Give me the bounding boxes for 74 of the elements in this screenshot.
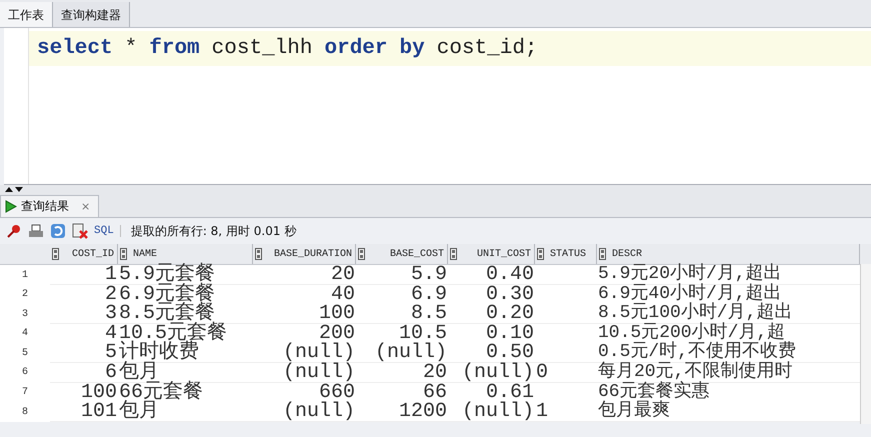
table-cell: (null) xyxy=(253,343,356,364)
column-header[interactable]: STATUS xyxy=(550,248,596,260)
column-header[interactable]: BASE_DURATION xyxy=(268,248,355,260)
close-icon[interactable]: × xyxy=(81,200,90,213)
table-cell: (null) xyxy=(356,343,448,364)
table-cell: (null) xyxy=(448,402,535,422)
table-cell: 200 xyxy=(253,324,356,344)
row-number: 4 xyxy=(0,324,50,344)
sql-editor[interactable]: select * from cost_lhh order by cost_id; xyxy=(4,28,871,185)
sort-icon[interactable] xyxy=(358,248,365,260)
table-cell: 5 xyxy=(50,343,118,364)
fetch-status: 提取的所有行: 8, 用时 0.01 秒 xyxy=(130,222,296,240)
pin-icon[interactable] xyxy=(6,223,22,239)
row-number: 1 xyxy=(0,265,50,285)
table-cell: 6 xyxy=(50,362,118,383)
row-number: 6 xyxy=(0,362,50,383)
table-cell: 100 xyxy=(50,382,118,403)
table-cell: 0.10 xyxy=(448,324,535,344)
sort-icon[interactable] xyxy=(537,248,544,260)
table-cell: 1 xyxy=(50,265,118,285)
table-cell: 40 xyxy=(253,284,356,305)
sort-icon[interactable] xyxy=(599,248,606,260)
scrollbar[interactable] xyxy=(860,264,871,424)
printer-icon[interactable] xyxy=(28,223,44,239)
play-icon xyxy=(5,200,17,213)
results-tab[interactable]: 查询结果 × xyxy=(0,195,100,217)
table-cell: 100 xyxy=(253,304,356,324)
worksheet-tab[interactable]: 工作表 xyxy=(0,2,53,27)
row-number: 7 xyxy=(0,382,50,403)
table-cell: 6.9 xyxy=(356,284,448,305)
sort-icon[interactable] xyxy=(52,248,59,260)
splitter-arrows-icon[interactable] xyxy=(4,186,24,193)
table-cell: 4 xyxy=(50,324,118,344)
table-cell: 0.20 xyxy=(448,304,535,324)
row-number: 8 xyxy=(0,402,50,422)
sort-icon[interactable] xyxy=(255,248,262,260)
refresh-icon[interactable] xyxy=(50,223,66,239)
column-header[interactable]: BASE_COST xyxy=(371,248,447,260)
sql-link[interactable]: SQL xyxy=(94,225,121,237)
column-header[interactable]: DESCR xyxy=(612,248,859,260)
sort-icon[interactable] xyxy=(450,248,457,260)
table-cell: 0 xyxy=(535,362,597,383)
sql-statement: select * from cost_lhh order by cost_id; xyxy=(29,31,871,66)
row-number: 3 xyxy=(0,304,50,324)
column-header[interactable]: NAME xyxy=(133,248,252,260)
row-number: 2 xyxy=(0,284,50,305)
table-cell: 8.5 xyxy=(356,304,448,324)
table-cell: 20 xyxy=(356,362,448,383)
table-cell: 2 xyxy=(50,284,118,305)
table-cell: 66 xyxy=(356,382,448,403)
table-cell: 0.50 xyxy=(448,343,535,364)
results-tab-label: 查询结果 xyxy=(21,198,69,215)
table-cell: (null) xyxy=(253,362,356,383)
column-header[interactable]: UNIT_COST xyxy=(463,248,534,260)
column-header[interactable]: COST_ID xyxy=(65,248,117,260)
table-cell: 0.40 xyxy=(448,265,535,285)
table-cell: 10.5 xyxy=(356,324,448,344)
row-number: 5 xyxy=(0,343,50,364)
table-cell: 包月最爽 xyxy=(597,402,860,422)
table-cell: 3 xyxy=(50,304,118,324)
delete-icon[interactable] xyxy=(72,223,88,239)
table-cell: 1200 xyxy=(356,402,448,422)
table-cell: 包月 xyxy=(118,402,253,422)
table-cell: (null) xyxy=(448,362,535,383)
table-cell: 101 xyxy=(50,402,118,422)
table-cell: 20 xyxy=(253,265,356,285)
table-cell: (null) xyxy=(253,402,356,422)
worksheet-tab[interactable]: 查询构建器 xyxy=(53,2,130,27)
table-cell: 5.9 xyxy=(356,265,448,285)
table-cell: 660 xyxy=(253,382,356,403)
table-cell: 0.61 xyxy=(448,382,535,403)
sort-icon[interactable] xyxy=(120,248,127,260)
table-cell: 0.30 xyxy=(448,284,535,305)
table-cell: 1 xyxy=(535,402,597,422)
